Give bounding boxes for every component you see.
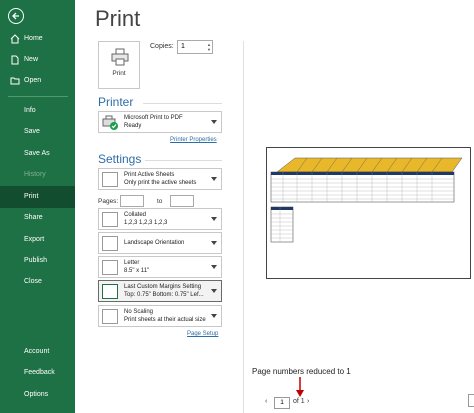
nav-info[interactable]: Info — [0, 100, 75, 122]
nav-share[interactable]: Share — [0, 207, 75, 229]
paper-subtitle: 8.5" x 11" — [124, 268, 150, 274]
zoom-to-page-icon[interactable] — [468, 394, 474, 407]
nav-save-as-label: Save As — [24, 150, 50, 157]
chevron-down-icon — [211, 217, 217, 221]
pane-divider — [243, 41, 244, 413]
spreadsheet-preview-image — [270, 157, 463, 243]
printer-properties-link[interactable]: Printer Properties — [170, 137, 217, 143]
previous-page-icon[interactable]: ‹ — [265, 398, 267, 405]
paper-title: Letter — [124, 260, 140, 266]
scaling-subtitle: Print sheets at their actual size — [124, 317, 206, 323]
collation-dropdown[interactable]: Collated 1,2,3 1,2,3 1,2,3 — [98, 208, 222, 230]
nav-publish-label: Publish — [24, 257, 47, 264]
copies-value: 1 — [181, 43, 185, 50]
collated-title: Collated — [124, 212, 147, 218]
nav-publish[interactable]: Publish — [0, 250, 75, 272]
pages-to-label: to — [157, 198, 163, 205]
nav-print-label: Print — [24, 193, 39, 200]
page-title: Print — [95, 6, 141, 31]
nav-home-label: Home — [24, 35, 43, 42]
settings-heading: Settings — [98, 152, 142, 166]
margins-icon — [102, 284, 118, 299]
page-setup-link[interactable]: Page Setup — [187, 331, 218, 337]
sheets-subtitle: Only print the active sheets — [124, 180, 197, 186]
nav-feedback[interactable]: Feedback — [0, 362, 75, 384]
next-page-icon[interactable]: › — [307, 398, 309, 405]
collated-subtitle: 1,2,3 1,2,3 1,2,3 — [124, 220, 168, 226]
page-numbers-note: Page numbers reduced to 1 — [252, 367, 351, 376]
chevron-down-icon — [211, 265, 217, 269]
chevron-down-icon — [211, 120, 217, 124]
nav-info-label: Info — [24, 107, 36, 114]
nav-new-label: New — [24, 56, 39, 63]
red-arrow-annotation-icon — [296, 377, 304, 397]
printer-name: Microsoft Print to PDF — [124, 115, 183, 121]
pages-from-input[interactable] — [120, 195, 144, 207]
nav-save-as[interactable]: Save As — [0, 143, 75, 165]
chevron-down-icon — [211, 314, 217, 318]
paper-size-dropdown[interactable]: Letter 8.5" x 11" — [98, 256, 222, 278]
nav-home[interactable]: Home — [0, 28, 75, 50]
printer-dropdown[interactable]: Microsoft Print to PDF Ready — [98, 111, 222, 133]
nav-feedback-label: Feedback — [24, 369, 55, 376]
nav-print[interactable]: Print — [0, 186, 75, 208]
backstage-sidebar: Home New Open Info Save Save As History … — [0, 0, 75, 413]
printer-status: Ready — [124, 123, 142, 129]
sheets-icon — [102, 172, 118, 187]
nav-history: History — [0, 164, 75, 186]
pages-to-input[interactable] — [170, 195, 194, 207]
print-button[interactable]: Print — [98, 41, 140, 89]
sidebar-divider — [8, 96, 68, 97]
nav-save-label: Save — [24, 128, 40, 135]
chevron-down-icon — [211, 177, 217, 181]
paper-icon — [102, 260, 118, 275]
chevron-down-icon — [211, 289, 217, 293]
page-count-label: of 1 — [293, 398, 305, 405]
margins-title: Last Custom Margins Setting — [124, 284, 202, 290]
orientation-dropdown[interactable]: Landscape Orientation — [98, 232, 222, 254]
print-button-label: Print — [112, 70, 126, 77]
printer-heading-rule — [143, 103, 222, 104]
settings-heading-rule — [145, 160, 222, 161]
nav-share-label: Share — [24, 214, 43, 221]
scaling-dropdown[interactable]: No Scaling Print sheets at their actual … — [98, 305, 222, 327]
nav-close[interactable]: Close — [0, 271, 75, 293]
copies-input[interactable]: 1 ▲ ▼ — [177, 40, 213, 54]
nav-account-label: Account — [24, 348, 50, 355]
nav-account[interactable]: Account — [0, 341, 75, 363]
scaling-icon — [102, 309, 118, 324]
nav-save[interactable]: Save — [0, 121, 75, 143]
chevron-down-icon — [211, 241, 217, 245]
nav-export-label: Export — [24, 236, 45, 243]
current-page-input[interactable]: 1 — [274, 397, 290, 409]
copies-spinner-icon[interactable]: ▲ ▼ — [207, 42, 211, 52]
nav-history-label: History — [24, 171, 46, 178]
landscape-icon — [102, 236, 118, 251]
print-what-dropdown[interactable]: Print Active Sheets Only print the activ… — [98, 168, 222, 190]
folder-icon — [10, 77, 20, 85]
printer-heading: Printer — [98, 95, 134, 109]
back-arrow-icon[interactable] — [8, 8, 24, 24]
margins-dropdown[interactable]: Last Custom Margins Setting Top: 0.75" B… — [98, 280, 222, 302]
margins-subtitle: Top: 0.75" Bottom: 0.75" Lef... — [124, 292, 204, 298]
pages-label: Pages: — [98, 198, 119, 205]
print-preview-page — [266, 147, 471, 279]
copies-label: Copies: — [150, 43, 174, 50]
nav-open-label: Open — [24, 77, 42, 84]
collated-icon — [102, 212, 118, 227]
nav-options[interactable]: Options — [0, 384, 75, 406]
printer-icon — [111, 48, 129, 66]
nav-close-label: Close — [24, 278, 42, 285]
nav-export[interactable]: Export — [0, 229, 75, 251]
nav-options-label: Options — [24, 391, 49, 398]
scaling-title: No Scaling — [124, 309, 154, 315]
nav-open[interactable]: Open — [0, 70, 75, 92]
print-pane: Print Print Copies: 1 ▲ ▼ Printer Microso… — [75, 0, 474, 413]
orientation-title: Landscape Orientation — [124, 240, 185, 246]
new-document-icon — [11, 55, 19, 65]
home-icon — [10, 34, 20, 44]
sheets-title: Print Active Sheets — [124, 172, 175, 178]
nav-new[interactable]: New — [0, 49, 75, 71]
printer-status-icon — [102, 115, 118, 130]
